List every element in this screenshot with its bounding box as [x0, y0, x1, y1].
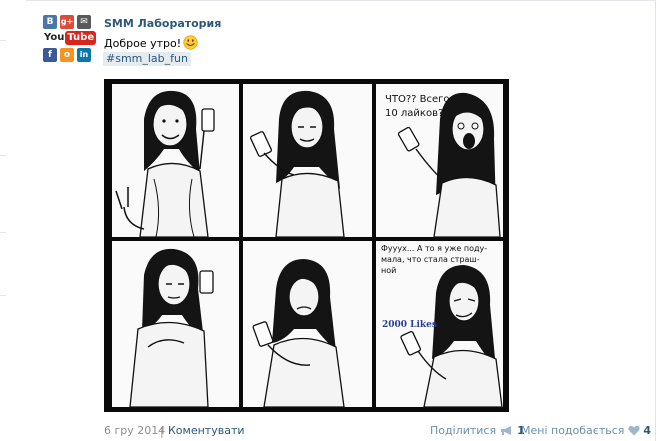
hashtag-link[interactable]: #smm_lab_fun	[103, 52, 191, 66]
post-date-link[interactable]: 6 гру 2014	[104, 424, 165, 437]
smile-emoji-icon	[183, 35, 198, 50]
share-label: Поділитися	[430, 424, 497, 437]
like-label: Мені подобається	[521, 424, 625, 437]
post-text-content: Доброе утро!	[104, 37, 182, 50]
comic-strip-drawing: ЧТО?? Всего 10 лайков? Фууух... А то я у…	[104, 79, 509, 412]
footer-separator: |	[160, 425, 164, 438]
facebook-tile: f	[43, 48, 57, 62]
likes-count-label: 2000 Likes	[382, 320, 437, 330]
heart-icon	[628, 425, 640, 436]
mail-tile: ✉	[77, 15, 91, 29]
bubble-top-line-1: ЧТО?? Всего	[385, 94, 450, 105]
bubble-bottom-line-1: Фууух... А то я уже поду-	[381, 244, 487, 253]
share-button[interactable]: Поділитися 1	[430, 424, 525, 437]
vk-tile: B	[43, 15, 57, 29]
comment-button[interactable]: Коментувати	[168, 424, 245, 437]
post-footer: 6 гру 2014 | Коментувати Поділитися 1 Ме…	[0, 424, 670, 441]
post-author-link[interactable]: SMM Лаборатория	[104, 17, 221, 30]
feed-right-border	[655, 0, 656, 441]
post-comic-image[interactable]: ЧТО?? Всего 10 лайков? Фууух... А то я у…	[104, 79, 509, 412]
bubble-bottom-line-2: мала, что стала страш-	[381, 255, 480, 264]
youtube-you-text: You	[44, 32, 65, 43]
post-top-border	[26, 0, 656, 1]
bubble-top-line-2: 10 лайков?	[385, 108, 443, 119]
bubble-bottom-line-3: ной	[381, 266, 396, 275]
linkedin-tile: in	[77, 48, 91, 62]
community-avatar[interactable]: B g+ ✉ You Tube f о in	[41, 15, 97, 63]
like-count: 4	[643, 424, 652, 437]
youtube-tube-text: Tube	[65, 31, 97, 45]
like-button[interactable]: Мені подобається 4	[521, 424, 651, 437]
youtube-logo: You Tube	[41, 31, 97, 45]
megaphone-icon	[501, 426, 512, 435]
odnoklassniki-tile: о	[60, 48, 74, 62]
post-text: Доброе утро!	[104, 35, 198, 50]
left-column-dividers	[0, 0, 6, 441]
google-plus-tile: g+	[60, 15, 74, 29]
